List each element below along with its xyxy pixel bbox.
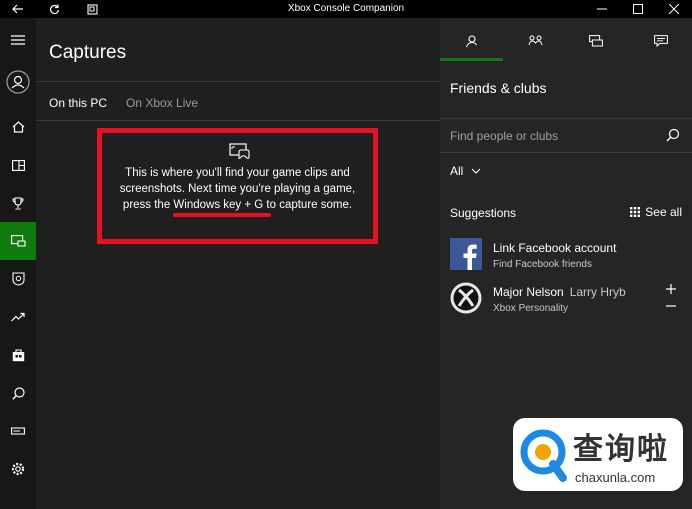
search-divider-bottom (440, 152, 692, 153)
search-button[interactable] (666, 128, 682, 144)
tab-friends[interactable] (456, 28, 486, 54)
friends-filter-dropdown[interactable]: All (450, 164, 481, 178)
suggestion-subtitle: Find Facebook friends (493, 259, 592, 270)
settings-nav-item[interactable] (0, 450, 36, 488)
chevron-down-icon (471, 168, 481, 174)
games-icon (11, 159, 25, 171)
clubs-icon (11, 272, 25, 286)
suggestion-subtitle: Xbox Personality (493, 303, 569, 314)
snap-button[interactable] (74, 0, 110, 18)
filter-value: All (450, 164, 464, 178)
dismiss-suggestion-button[interactable] (664, 299, 678, 313)
captures-nav-item[interactable] (0, 222, 36, 260)
people-search-input[interactable] (450, 128, 655, 144)
home-nav-item[interactable] (0, 108, 36, 146)
back-button[interactable] (0, 0, 36, 18)
activity-icon (654, 35, 668, 47)
add-friend-button[interactable] (664, 282, 678, 296)
empty-state-message: This is where you'll find your game clip… (106, 165, 369, 213)
suggestion-item[interactable]: Major Nelson Larry Hryb Xbox Personality (450, 282, 692, 318)
title-bar: Xbox Console Companion (0, 0, 692, 18)
clubs-nav-item[interactable] (0, 260, 36, 298)
page-title: Captures (49, 42, 127, 63)
search-icon (11, 386, 25, 400)
messages-icon (589, 35, 603, 47)
suggestion-name: Link Facebook account (493, 241, 617, 255)
store-icon (12, 348, 24, 361)
captures-icon (10, 235, 26, 247)
gamertag: Major Nelson (493, 285, 564, 299)
selected-tab-indicator (440, 58, 503, 61)
profile-button[interactable] (0, 63, 36, 101)
empty-state-line: press the Windows key + G to capture som… (122, 199, 353, 211)
minus-icon (666, 305, 676, 307)
suggestions-heading: Suggestions (450, 206, 517, 220)
friends-icon (465, 34, 477, 47)
plus-icon (666, 284, 676, 294)
watermark: 查询啦 chaxunla.com (513, 418, 683, 491)
minimize-button[interactable] (584, 0, 620, 18)
maximize-button[interactable] (620, 0, 656, 18)
achievements-nav-item[interactable] (0, 184, 36, 222)
close-button[interactable] (656, 0, 692, 18)
trophy-icon (12, 196, 24, 210)
watermark-url: chaxunla.com (575, 470, 656, 485)
empty-state-highlight: This is where you'll find your game clip… (97, 128, 378, 244)
party-icon (528, 35, 542, 46)
empty-state-line: screenshots. Next time you're playing a … (119, 183, 356, 195)
minimize-icon (597, 8, 607, 10)
capture-icon (229, 143, 250, 159)
snap-icon (86, 3, 98, 15)
watermark-text: 查询啦 (573, 432, 669, 467)
console-icon (11, 427, 25, 435)
watermark-logo-icon (520, 429, 567, 482)
gear-icon (11, 462, 25, 476)
tab-messages[interactable] (581, 28, 611, 54)
grid-icon (630, 207, 641, 217)
empty-state-line: This is where you'll find your game clip… (125, 167, 350, 179)
trending-icon (11, 312, 25, 322)
nav-rail (0, 18, 36, 509)
header-divider (36, 81, 440, 82)
facebook-icon (450, 238, 482, 270)
suggestion-item[interactable]: Link Facebook account Find Facebook frie… (450, 238, 692, 274)
see-all-button[interactable]: See all (630, 205, 682, 219)
search-divider-top (440, 118, 692, 119)
hamburger-icon (11, 35, 25, 45)
panel-heading: Friends & clubs (450, 80, 547, 96)
tab-on-xbox-live[interactable]: On Xbox Live (126, 96, 198, 110)
connection-nav-item[interactable] (0, 412, 36, 450)
close-icon (669, 4, 679, 14)
trending-nav-item[interactable] (0, 298, 36, 336)
menu-button[interactable] (0, 21, 36, 59)
refresh-button[interactable] (36, 0, 72, 18)
see-all-label: See all (645, 205, 682, 219)
my-games-nav-item[interactable] (0, 146, 36, 184)
tab-party[interactable] (520, 28, 550, 54)
real-name: Larry Hryb (569, 285, 626, 299)
maximize-icon (633, 4, 643, 14)
annotation-underline (173, 213, 271, 217)
search-icon (666, 128, 680, 142)
suggestion-name: Major Nelson Larry Hryb (493, 285, 626, 299)
back-icon (12, 4, 23, 14)
store-nav-item[interactable] (0, 336, 36, 374)
search-nav-item[interactable] (0, 374, 36, 412)
tab-activity[interactable] (646, 28, 676, 54)
xbox-icon (450, 282, 482, 314)
tabs-divider (36, 120, 440, 121)
home-icon (12, 121, 24, 133)
refresh-icon (49, 4, 59, 14)
profile-icon (6, 70, 30, 94)
main-content: Captures On this PC On Xbox Live This is… (36, 18, 440, 509)
tab-on-this-pc[interactable]: On this PC (49, 96, 107, 110)
